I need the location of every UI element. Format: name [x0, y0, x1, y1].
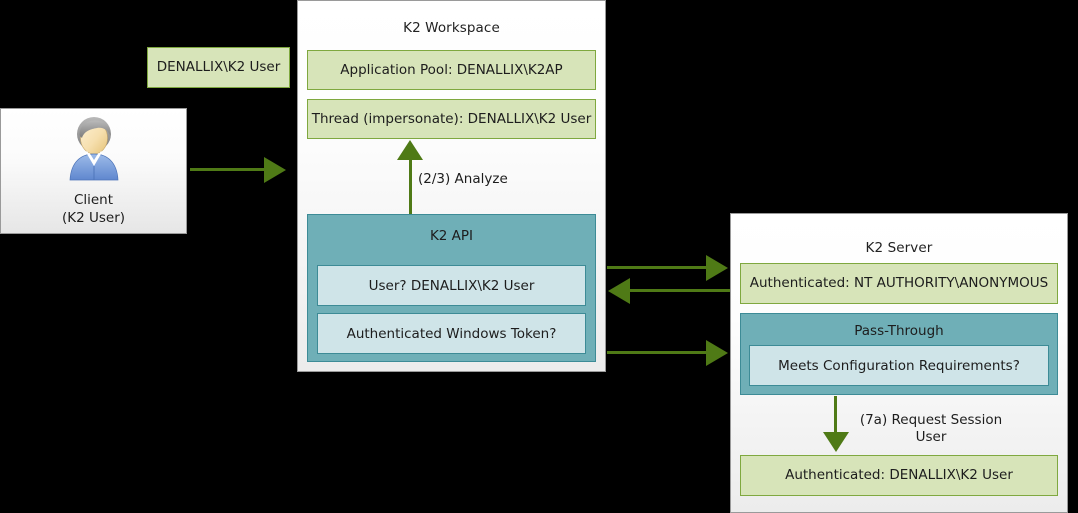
pass-through-title: Pass-Through	[854, 323, 944, 339]
k2-api-item-user-label: User? DENALLIX\K2 User	[368, 277, 535, 294]
authenticated-user-box: Authenticated: DENALLIX\K2 User	[740, 455, 1058, 496]
arrow-client-to-workspace-head	[264, 157, 286, 183]
arrow-ws-to-server-top-head	[706, 255, 728, 281]
pass-through-item-label: Meets Configuration Requirements?	[778, 357, 1020, 374]
arrow-analyze-head	[397, 140, 423, 160]
arrow-ws-to-server-bottom-line	[607, 351, 707, 354]
k2-workspace-title: K2 Workspace	[403, 20, 500, 36]
arrow-ws-to-server-top-line	[607, 266, 707, 269]
request-session-edge-label: (7a) Request Session User	[859, 412, 1003, 445]
arrow-client-to-workspace-line	[190, 168, 265, 171]
k2-api-item-token: Authenticated Windows Token?	[317, 313, 586, 354]
k2-api-title: K2 API	[429, 228, 474, 244]
authenticated-anonymous-box: Authenticated: NT AUTHORITY\ANONYMOUS	[740, 263, 1058, 304]
thread-impersonate-label: Thread (impersonate): DENALLIX\K2 User	[311, 110, 592, 127]
authenticated-anonymous-label: Authenticated: NT AUTHORITY\ANONYMOUS	[749, 275, 1049, 292]
k2-api-item-user: User? DENALLIX\K2 User	[317, 265, 586, 306]
arrow-ws-to-server-bottom-head	[706, 340, 728, 366]
user-avatar-icon	[61, 114, 127, 188]
client-label: Client (K2 User)	[62, 192, 125, 227]
credential-tag-label: DENALLIX\K2 User	[156, 59, 281, 76]
arrow-server-to-ws-head	[608, 278, 630, 304]
arrow-analyze-line	[409, 158, 412, 214]
k2-api-item-token-label: Authenticated Windows Token?	[346, 325, 557, 342]
diagram-canvas: DENALLIX\K2 User Client (K2 User) K2 Wor…	[0, 0, 1078, 513]
pass-through-item: Meets Configuration Requirements?	[749, 345, 1049, 386]
thread-impersonate-box: Thread (impersonate): DENALLIX\K2 User	[307, 99, 596, 139]
client-node: Client (K2 User)	[0, 108, 187, 234]
application-pool-label: Application Pool: DENALLIX\K2AP	[340, 61, 563, 78]
application-pool-box: Application Pool: DENALLIX\K2AP	[307, 50, 596, 90]
client-label-line2: (K2 User)	[61, 210, 126, 226]
credential-tag: DENALLIX\K2 User	[147, 47, 290, 88]
analyze-edge-label: (2/3) Analyze	[418, 171, 508, 187]
arrow-request-session-line	[834, 396, 837, 434]
client-label-line1: Client	[73, 192, 114, 209]
authenticated-user-label: Authenticated: DENALLIX\K2 User	[785, 467, 1013, 484]
k2-server-title: K2 Server	[865, 240, 933, 256]
arrow-server-to-ws-line	[630, 289, 730, 292]
